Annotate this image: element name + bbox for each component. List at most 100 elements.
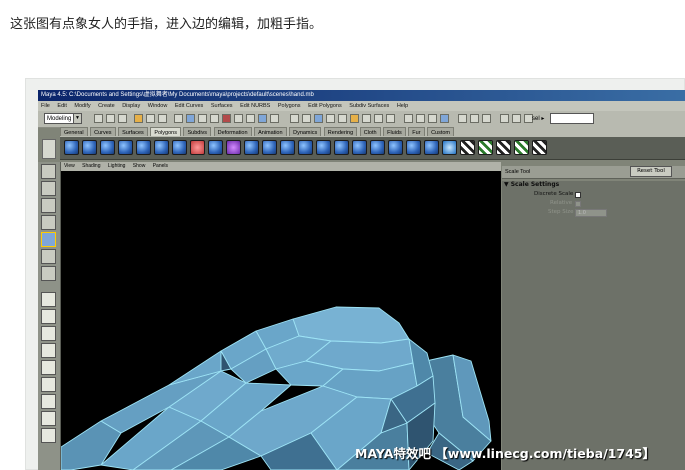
tab-custom[interactable]: Custom xyxy=(427,127,455,136)
uv-spherical-map-icon[interactable] xyxy=(496,140,511,155)
poly-merge-edges-icon[interactable] xyxy=(352,140,367,155)
last-tool-icon[interactable] xyxy=(41,266,56,281)
open-scene-icon[interactable] xyxy=(106,114,115,123)
poly-torus-icon[interactable] xyxy=(154,140,169,155)
tab-animation[interactable]: Animation xyxy=(254,127,287,136)
mask-dynamic-icon[interactable] xyxy=(234,114,243,123)
poly-combine-icon[interactable] xyxy=(172,140,187,155)
single-view-layout-icon[interactable] xyxy=(41,292,56,307)
move-tool-icon[interactable] xyxy=(41,198,56,213)
uv-texture-editor-icon[interactable] xyxy=(532,140,547,155)
poly-fill-hole-icon[interactable] xyxy=(424,140,439,155)
rotate-tool-icon[interactable] xyxy=(41,215,56,230)
select-by-object-icon[interactable] xyxy=(146,114,155,123)
menu-display[interactable]: Display xyxy=(119,101,143,111)
select-by-component-icon[interactable] xyxy=(158,114,167,123)
panel-menu-view[interactable]: View xyxy=(61,162,78,171)
component-hull-icon[interactable] xyxy=(338,114,347,123)
tab-fluids[interactable]: Fluids xyxy=(383,127,406,136)
menu-edit-polygons[interactable]: Edit Polygons xyxy=(305,101,345,111)
poly-split-icon[interactable] xyxy=(280,140,295,155)
poly-split-edge-ring-icon[interactable] xyxy=(298,140,313,155)
menu-create[interactable]: Create xyxy=(95,101,118,111)
collapse-arrow-icon[interactable]: ▼ xyxy=(504,181,509,188)
poly-append-icon[interactable] xyxy=(406,140,421,155)
dropdown-arrow-icon[interactable]: ▼ xyxy=(73,114,81,123)
poly-cylinder-icon[interactable] xyxy=(100,140,115,155)
mask-misc-icon[interactable] xyxy=(258,114,267,123)
poly-merge-vertices-icon[interactable] xyxy=(334,140,349,155)
mask-joint-icon[interactable] xyxy=(186,114,195,123)
poly-smooth-icon[interactable] xyxy=(226,140,241,155)
tab-subdivs[interactable]: Subdivs xyxy=(183,127,212,136)
tab-rendering[interactable]: Rendering xyxy=(323,127,358,136)
tab-fur[interactable]: Fur xyxy=(408,127,425,136)
tab-surfaces[interactable]: Surfaces xyxy=(118,127,148,136)
lasso-tool-icon[interactable] xyxy=(41,181,56,196)
construction-icon[interactable] xyxy=(482,114,491,123)
panel-menu-panels[interactable]: Panels xyxy=(150,162,171,171)
tab-dynamics[interactable]: Dynamics xyxy=(289,127,322,136)
menu-file[interactable]: File xyxy=(38,101,53,111)
select-by-hierarchy-icon[interactable] xyxy=(134,114,143,123)
mode-selector[interactable]: Modeling ▼ xyxy=(44,113,82,124)
shelf-menu-icon[interactable] xyxy=(42,139,56,159)
component-faces-icon[interactable] xyxy=(326,114,335,123)
mask-lock-icon[interactable] xyxy=(270,114,279,123)
persp-outliner-layout-icon[interactable] xyxy=(41,360,56,375)
mask-surface-icon[interactable] xyxy=(210,114,219,123)
snap-view-plane-icon[interactable] xyxy=(440,114,449,123)
menu-polygons[interactable]: Polygons xyxy=(275,101,304,111)
new-scene-icon[interactable] xyxy=(94,114,103,123)
panel-menu-lighting[interactable]: Lighting xyxy=(105,162,129,171)
snap-point-icon[interactable] xyxy=(428,114,437,123)
poly-sphere-icon[interactable] xyxy=(64,140,79,155)
menu-subdiv-surfaces[interactable]: Subdiv Surfaces xyxy=(346,101,392,111)
menu-edit-curves[interactable]: Edit Curves xyxy=(172,101,206,111)
poly-cone-icon[interactable] xyxy=(118,140,133,155)
stacked-layout-icon[interactable] xyxy=(41,343,56,358)
poly-extrude-edge-icon[interactable] xyxy=(262,140,277,155)
scale-settings-section[interactable]: ▼ Scale Settings xyxy=(504,181,559,188)
mask-curve-icon[interactable] xyxy=(198,114,207,123)
expand-layouts-icon[interactable] xyxy=(41,428,56,443)
mask-handle-icon[interactable] xyxy=(174,114,183,123)
component-lock-icon[interactable] xyxy=(386,114,395,123)
perspective-viewport[interactable] xyxy=(61,171,501,470)
input-output-icon[interactable] xyxy=(470,114,479,123)
four-view-layout-icon[interactable] xyxy=(41,309,56,324)
tab-deformation[interactable]: Deformation xyxy=(213,127,252,136)
save-scene-icon[interactable] xyxy=(118,114,127,123)
poly-mirror-icon[interactable] xyxy=(208,140,223,155)
render-view-icon[interactable] xyxy=(500,114,509,123)
menu-edit[interactable]: Edit xyxy=(54,101,69,111)
reset-tool-button[interactable]: Reset Tool xyxy=(630,166,672,177)
snap-grid-icon[interactable] xyxy=(404,114,413,123)
menu-modify[interactable]: Modify xyxy=(71,101,93,111)
discrete-scale-checkbox[interactable] xyxy=(575,192,581,198)
poly-bevel-icon[interactable] xyxy=(316,140,331,155)
persp-graph-layout-icon[interactable] xyxy=(41,377,56,392)
tab-general[interactable]: General xyxy=(60,127,88,136)
tab-cloth[interactable]: Cloth xyxy=(359,127,381,136)
snap-curve-icon[interactable] xyxy=(416,114,425,123)
uv-planar-map-icon[interactable] xyxy=(460,140,475,155)
uv-cylindrical-map-icon[interactable] xyxy=(478,140,493,155)
manipulator-tool-icon[interactable] xyxy=(41,249,56,264)
menu-help[interactable]: Help xyxy=(394,101,411,111)
mask-render-icon[interactable] xyxy=(246,114,255,123)
component-handle-icon[interactable] xyxy=(362,114,371,123)
scale-tool-icon[interactable] xyxy=(41,232,56,247)
poly-cube-icon[interactable] xyxy=(82,140,97,155)
tab-curves[interactable]: Curves xyxy=(90,127,116,136)
select-tool-icon[interactable] xyxy=(41,164,56,179)
tab-polygons[interactable]: Polygons xyxy=(150,127,181,136)
poly-collapse-icon[interactable] xyxy=(370,140,385,155)
panel-menu-shading[interactable]: Shading xyxy=(79,162,103,171)
menu-window[interactable]: Window xyxy=(145,101,171,111)
poly-triangulate-icon[interactable] xyxy=(442,140,457,155)
panel-menu-show[interactable]: Show xyxy=(130,162,149,171)
menu-surfaces[interactable]: Surfaces xyxy=(208,101,236,111)
poly-delete-edge-icon[interactable] xyxy=(388,140,403,155)
layout-menu-icon[interactable] xyxy=(41,411,56,426)
